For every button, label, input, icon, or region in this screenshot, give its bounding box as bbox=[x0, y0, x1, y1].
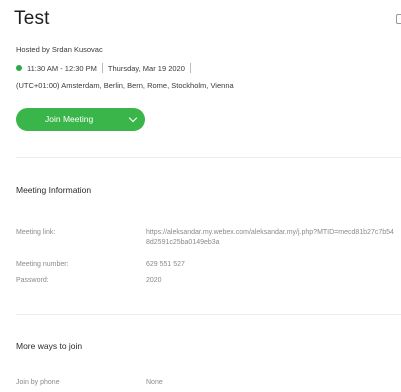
join-meeting-button[interactable]: Join Meeting bbox=[16, 108, 145, 131]
meeting-details-panel: Test Hosted by Srdan Kusovac 11:30 AM - … bbox=[0, 0, 401, 392]
date-separator bbox=[189, 63, 191, 73]
more-ways-heading: More ways to join bbox=[16, 341, 83, 351]
time-separator bbox=[101, 63, 103, 73]
section-divider bbox=[16, 157, 401, 158]
meeting-time-row: 11:30 AM - 12:30 PM Thursday, Mar 19 202… bbox=[16, 62, 196, 74]
meeting-date: Thursday, Mar 19 2020 bbox=[107, 63, 185, 73]
section-divider bbox=[16, 314, 401, 315]
meeting-link-label: Meeting link: bbox=[16, 229, 56, 236]
join-by-phone-label: Join by phone bbox=[16, 379, 60, 386]
meeting-title: Test bbox=[14, 8, 50, 29]
meeting-information-heading: Meeting Information bbox=[16, 185, 92, 195]
join-meeting-label: Join Meeting bbox=[45, 114, 94, 124]
meeting-link-value[interactable]: https://aleksandar.my.webex.com/aleksand… bbox=[146, 228, 396, 248]
status-dot-icon bbox=[16, 65, 22, 71]
meeting-number-value: 629 551 527 bbox=[146, 261, 185, 268]
join-by-phone-value: None bbox=[146, 379, 163, 386]
password-value: 2020 bbox=[146, 277, 162, 284]
panel-edge-icon[interactable] bbox=[396, 14, 401, 24]
password-label: Password: bbox=[16, 277, 49, 284]
meeting-timezone: (UTC+01:00) Amsterdam, Berlin, Bern, Rom… bbox=[16, 81, 234, 90]
meeting-number-label: Meeting number: bbox=[16, 261, 69, 268]
chevron-down-icon[interactable] bbox=[128, 113, 138, 123]
meeting-host: Hosted by Srdan Kusovac bbox=[16, 45, 103, 54]
meeting-time: 11:30 AM - 12:30 PM bbox=[27, 63, 97, 73]
